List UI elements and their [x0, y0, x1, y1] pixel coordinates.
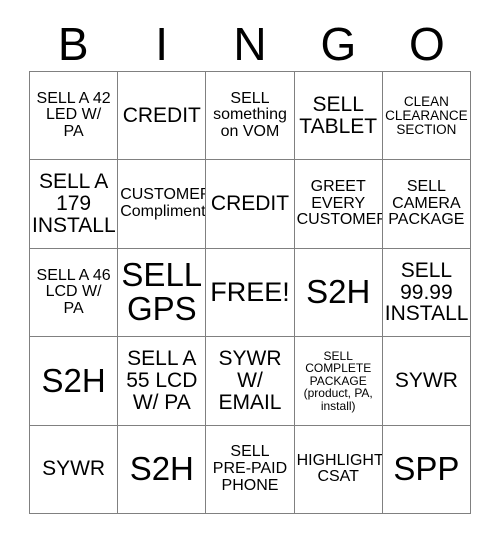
bingo-cell[interactable]: SELL GPS	[118, 248, 207, 338]
bingo-cell[interactable]: SELL A 179 INSTALL	[30, 160, 119, 249]
bingo-cell-label: CREDIT	[210, 192, 290, 216]
bingo-cell-label: SELL A 46 LCD W/ PA	[36, 266, 111, 317]
bingo-cell[interactable]: HIGHLIGHT CSAT	[294, 425, 383, 514]
bingo-header-letter-i: I	[155, 18, 168, 70]
bingo-cell-label: SELL CAMERA PACKAGE	[388, 178, 465, 229]
bingo-cell-label: SYWR W/ EMAIL	[218, 347, 282, 414]
bingo-cell-label: CREDIT	[122, 103, 201, 127]
bingo-cell-label: S2H	[306, 273, 371, 311]
bingo-cell[interactable]: SELL TABLET	[294, 72, 383, 161]
bingo-cell[interactable]: SYWR	[382, 337, 471, 426]
bingo-cell[interactable]: GREET EVERY CUSTOMER	[294, 160, 383, 249]
bingo-cell-label: SELL A 55 LCD W/ PA	[126, 347, 198, 414]
bingo-header-row: B I N GO	[29, 8, 471, 71]
bingo-cell-label: GREET EVERY CUSTOMER	[296, 178, 383, 229]
bingo-cell[interactable]: SELL A 42 LED W/ PA	[30, 72, 119, 161]
bingo-cell-label: S2H	[41, 361, 106, 399]
bingo-cell-label: SELL 99.99 INSTALL	[384, 258, 469, 326]
bingo-cell-label: SELL PRE-PAID PHONE	[212, 443, 288, 494]
bingo-free-space[interactable]: FREE!	[206, 248, 295, 338]
bingo-cell[interactable]: SELL PRE-PAID PHONE	[206, 425, 295, 514]
bingo-cell-label: HIGHLIGHT CSAT	[296, 451, 383, 486]
bingo-header-letter-o: O	[408, 18, 445, 70]
bingo-cell[interactable]: SELL A 55 LCD W/ PA	[118, 337, 207, 426]
bingo-cell[interactable]: SELL 99.99 INSTALL	[382, 248, 471, 338]
bingo-cell[interactable]: SYWR W/ EMAIL	[206, 337, 295, 426]
bingo-cell[interactable]: SELL something on VOM	[206, 72, 295, 161]
bingo-cell[interactable]: SELL CAMERA PACKAGE	[382, 160, 471, 249]
bingo-cell[interactable]: CLEAN CLEARANCE SECTION	[382, 72, 471, 161]
bingo-cell-label: S2H	[129, 450, 194, 488]
bingo-cell-label: FREE!	[210, 277, 290, 308]
bingo-cell[interactable]: S2H	[30, 337, 119, 426]
bingo-cell-label: CLEAN CLEARANCE SECTION	[385, 93, 468, 137]
bingo-cell-label: SELL COMPLETE PACKAGE (product, PA, inst…	[303, 348, 373, 413]
bingo-cell-label: SELL something on VOM	[213, 89, 287, 140]
bingo-cell[interactable]: CUSTOMER Compliment	[118, 160, 207, 249]
bingo-card: B I N GO SELL A 42 LED W/ PA CREDIT SELL some…	[29, 8, 471, 514]
bingo-cell-label: SPP	[393, 450, 460, 488]
bingo-cell[interactable]: SELL COMPLETE PACKAGE (product, PA, inst…	[294, 337, 383, 426]
bingo-header-letter-b: B	[57, 18, 89, 70]
bingo-grid: SELL A 42 LED W/ PA CREDIT SELL something …	[29, 71, 471, 514]
bingo-cell-label: SELL TABLET	[299, 92, 378, 138]
bingo-cell[interactable]: CREDIT	[206, 160, 295, 249]
bingo-header-letter-g: G	[320, 18, 357, 70]
bingo-cell-label: SELL A 179 INSTALL	[32, 170, 116, 237]
bingo-cell-label: SELL GPS	[121, 256, 203, 328]
bingo-cell-label: CUSTOMER Compliment	[120, 186, 207, 221]
bingo-header-letter-n: N	[233, 18, 267, 70]
bingo-cell[interactable]: SPP	[382, 425, 471, 514]
bingo-cell-label: SYWR	[394, 368, 458, 392]
bingo-cell[interactable]: S2H	[294, 248, 383, 338]
bingo-cell[interactable]: SYWR	[30, 425, 119, 514]
bingo-cell-label: SELL A 42 LED W/ PA	[36, 89, 111, 140]
bingo-cell[interactable]: SELL A 46 LCD W/ PA	[30, 248, 119, 338]
bingo-cell[interactable]: CREDIT	[118, 72, 207, 161]
bingo-cell-label: SYWR	[42, 457, 106, 481]
bingo-cell[interactable]: S2H	[118, 425, 207, 514]
